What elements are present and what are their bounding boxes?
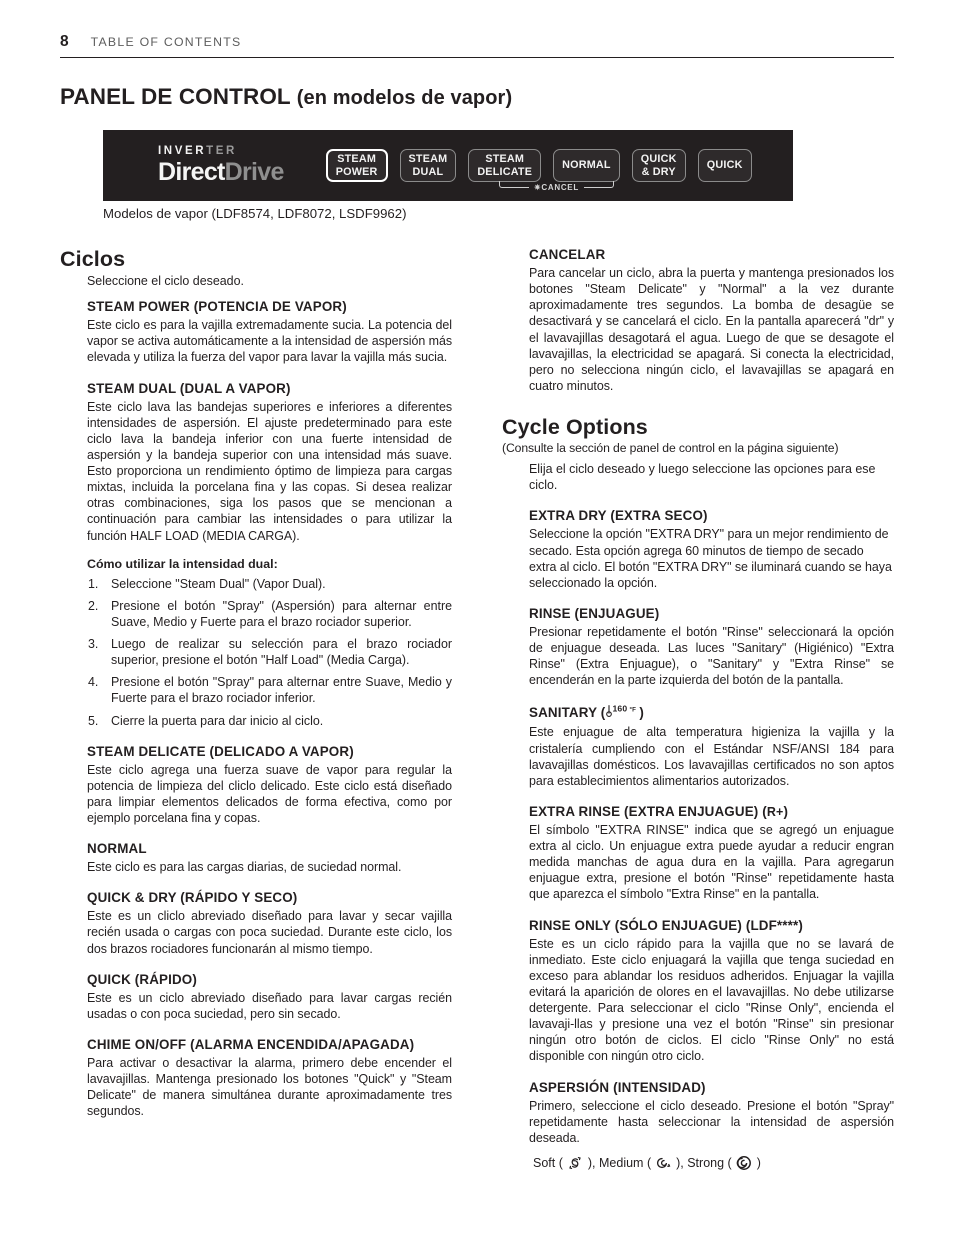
right-column: CANCELAR Para cancelar un ciclo, abra la… <box>502 247 894 1174</box>
cancel-bracket-left-icon <box>499 181 529 188</box>
panel-button-steam-dual-line1: STEAM <box>408 153 448 166</box>
control-panel-image: INVERTER DirectDrive STEAM POWER STEAM D… <box>103 130 793 201</box>
heading-steam-power: STEAM POWER (POTENCIA DE VAPOR) <box>87 299 347 315</box>
cancel-label: ✷CANCEL <box>534 183 579 192</box>
inverter-part2: TER <box>206 145 237 158</box>
r-plus-icon: R+ <box>766 804 784 819</box>
page-title: PANEL DE CONTROL (en modelos de vapor) <box>60 84 894 110</box>
panel-button-steam-power-line2: POWER <box>335 165 378 178</box>
panel-button-steam-delicate-line2: DELICATE <box>477 165 533 178</box>
body-extra-dry: Seleccione la opción "EXTRA DRY" para un… <box>529 527 892 590</box>
direct-part: Direct <box>158 157 225 186</box>
spray-strong-label: Strong <box>687 1155 725 1170</box>
heading-aspersion: ASPERSIÓN (INTENSIDAD) <box>529 1079 706 1095</box>
heading-steam-dual: STEAM DUAL (DUAL A VAPOR) <box>87 380 291 396</box>
heading-extra-dry: EXTRA DRY (EXTRA SECO) <box>529 508 708 524</box>
spray-soft-spiral-icon <box>567 1155 583 1174</box>
body-rinse: Presionar repetidamente el botón "Rinse"… <box>529 624 894 688</box>
heading-quick: QUICK (RÁPIDO) <box>87 971 197 987</box>
heading-extra-rinse-suffix: ) <box>783 803 789 819</box>
body-quick-and-dry: Este es un cliclo abreviado diseñado par… <box>87 909 452 956</box>
control-panel-caption: Modelos de vapor (LDF8574, LDF8072, LSDF… <box>103 206 407 221</box>
body-normal: Este ciclo es para las cargas diarias, d… <box>87 860 402 875</box>
panel-button-steam-dual-line2: DUAL <box>412 165 444 178</box>
panel-button-quick-and-dry-line1: QUICK <box>640 153 677 166</box>
panel-button-normal[interactable]: NORMAL <box>553 149 620 182</box>
panel-button-steam-dual[interactable]: STEAM DUAL <box>399 149 457 182</box>
heading-sanitary-suffix: ) <box>639 705 644 721</box>
page-number: 8 <box>60 33 69 50</box>
heading-cancelar: CANCELAR <box>529 247 606 262</box>
page-header: 8 TABLE OF CONTENTS <box>60 33 894 58</box>
panel-button-quick-and-dry[interactable]: QUICK & DRY <box>631 149 686 182</box>
left-column: Ciclos Seleccione el ciclo deseado. STEA… <box>60 247 452 1119</box>
list-item: Luego de realizar su selección para el b… <box>88 636 452 668</box>
panel-button-steam-power-line1: STEAM <box>337 153 377 166</box>
thermometer-160f-icon: 160 °F <box>605 703 639 721</box>
heading-extra-rinse-text: EXTRA RINSE (EXTRA ENJUAGUE) ( <box>529 803 767 819</box>
spray-soft-label: Soft <box>533 1155 556 1170</box>
spray-medium-label: Medium <box>599 1155 644 1170</box>
cycle-options-note: (Consulte la sección de panel de control… <box>502 441 839 455</box>
heading-quick-and-dry: QUICK & DRY (RÁPIDO Y SECO) <box>87 890 298 906</box>
inverter-part1: INVER <box>158 145 207 158</box>
body-quick: Este es un ciclo abreviado diseñado para… <box>87 990 452 1021</box>
spray-strong-close: ) <box>756 1155 761 1170</box>
ciclos-lead: Seleccione el ciclo deseado. <box>87 274 244 288</box>
spray-sep-1: , <box>592 1155 599 1170</box>
heading-rinse-only: RINSE ONLY (SÓLO ENJUAGUE) (LDF****) <box>529 917 803 933</box>
cancel-bracket-right-icon <box>583 181 614 188</box>
spray-strong-open: ( <box>727 1155 732 1170</box>
heading-normal: NORMAL <box>87 841 147 857</box>
panel-button-normal-label: NORMAL <box>562 159 611 172</box>
list-item: Seleccione "Steam Dual" (Vapor Dual). <box>88 576 326 592</box>
panel-button-row: STEAM POWER STEAM DUAL STEAM DELICATE NO… <box>325 149 752 182</box>
heading-rinse: RINSE (ENJUAGUE) <box>529 605 660 621</box>
body-rinse-only: Este es un ciclo rápido para la vajilla … <box>529 936 894 1064</box>
heading-sanitary: SANITARY (160 °F) <box>529 703 894 721</box>
body-chime-on-off: Para activar o desactivar la alarma, pri… <box>87 1055 452 1119</box>
dual-howto-title: Cómo utilizar la intensidad dual: <box>87 556 278 571</box>
body-steam-dual: Este ciclo lava las bandejas superiores … <box>87 399 452 543</box>
list-item: Presione el botón "Spray" para alternar … <box>88 674 452 706</box>
spray-medium-spiral-icon <box>656 1155 672 1174</box>
spray-soft-open: ( <box>558 1155 563 1170</box>
spray-intensity-legend: Soft ( ), Medium ( ), Strong ( ) <box>529 1155 894 1174</box>
body-steam-power: Este ciclo es para la vajilla extremadam… <box>87 318 452 365</box>
heading-extra-rinse: EXTRA RINSE (EXTRA ENJUAGUE) (R+) <box>529 804 894 819</box>
section-title-cycle-options: Cycle Options <box>502 415 648 439</box>
heading-chime-on-off: CHIME ON/OFF (ALARMA ENCENDIDA/APAGADA) <box>87 1036 415 1052</box>
section-title-ciclos: Ciclos <box>60 247 126 271</box>
list-item: Cierre la puerta para dar inicio al cicl… <box>88 713 324 729</box>
cycle-options-lead: Elija el ciclo deseado y luego seleccion… <box>529 462 876 493</box>
panel-button-quick-and-dry-line2: & DRY <box>641 165 676 178</box>
list-item: Presione el botón "Spray" (Aspersión) pa… <box>88 598 452 629</box>
body-aspersion: Primero, seleccione el ciclo deseado. Pr… <box>529 1098 894 1145</box>
drive-part: Drive <box>224 157 285 186</box>
panel-button-steam-delicate-line1: STEAM <box>485 153 525 166</box>
page-title-paren: (en modelos de vapor) <box>296 87 513 109</box>
body-cancelar: Para cancelar un ciclo, abra la puerta y… <box>529 266 894 393</box>
dual-howto-steps: Seleccione "Steam Dual" (Vapor Dual). Pr… <box>87 576 452 729</box>
body-sanitary: Este enjuague de alta temperatura higien… <box>529 725 894 788</box>
panel-button-quick-label: QUICK <box>706 159 743 172</box>
heading-sanitary-text: SANITARY ( <box>529 705 606 721</box>
svg-text:°F: °F <box>630 707 637 714</box>
body-steam-delicate: Este ciclo agrega una fuerza suave de va… <box>87 762 452 826</box>
directdrive-wordmark: DirectDrive <box>158 157 285 186</box>
cancel-combo-indicator: ✷CANCEL <box>499 180 614 192</box>
svg-text:160: 160 <box>613 704 628 714</box>
heading-steam-delicate: STEAM DELICATE (DELICADO A VAPOR) <box>87 743 354 759</box>
header-title: TABLE OF CONTENTS <box>90 35 242 49</box>
spray-strong-spiral-icon <box>736 1155 752 1174</box>
page-title-main: PANEL DE CONTROL <box>60 84 291 109</box>
brand-logo: INVERTER DirectDrive <box>158 146 284 185</box>
panel-button-steam-power[interactable]: STEAM POWER <box>325 149 388 182</box>
panel-button-quick[interactable]: QUICK <box>697 149 752 182</box>
inverter-wordmark: INVERTER <box>158 146 284 158</box>
spray-medium-open: ( <box>646 1155 652 1170</box>
body-extra-rinse: El símbolo "EXTRA RINSE" indica que se a… <box>529 822 894 902</box>
panel-button-steam-delicate[interactable]: STEAM DELICATE <box>468 149 542 182</box>
